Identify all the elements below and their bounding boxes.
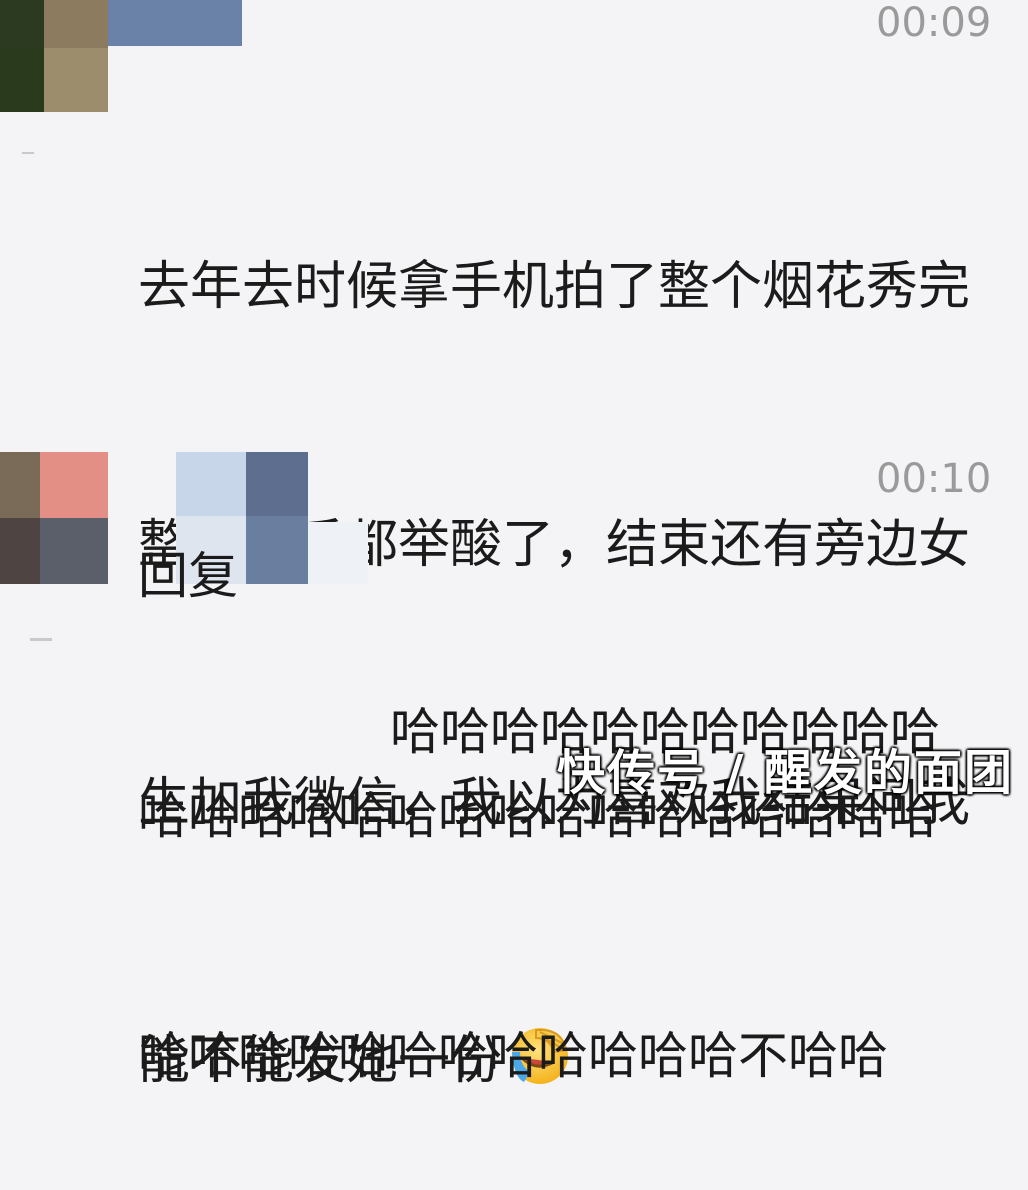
watermark: 快传号 / 醒发的面团	[557, 745, 1014, 801]
username-blurred[interactable]	[108, 0, 242, 46]
avatar[interactable]	[0, 452, 108, 584]
avatar[interactable]	[0, 0, 108, 112]
divider-mark	[30, 638, 52, 641]
divider-mark	[22, 152, 34, 154]
comment-line: 去年去时候拿手机拍了整个烟花秀完	[138, 257, 971, 317]
comment-line: 哈哈哈哈哈哈哈哈哈哈哈哈不哈哈	[138, 1027, 888, 1085]
reply-prefix: 回复	[138, 547, 238, 605]
comment-text: 哈哈哈哈哈哈哈哈哈哈哈哈哈哈哈哈 哈哈哈哈哈哈哈哈哈哈哈哈不哈哈	[138, 616, 938, 1176]
comment-time: 00:10	[876, 456, 992, 502]
comment-time: 00:09	[876, 0, 992, 46]
